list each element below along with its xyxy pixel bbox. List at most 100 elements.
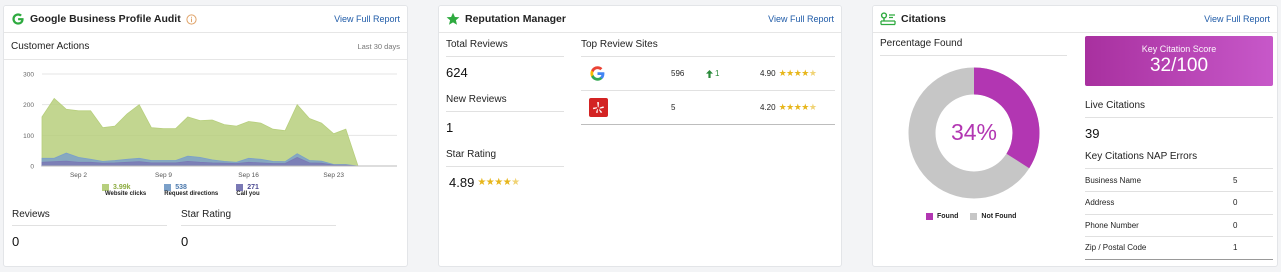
citations-view-full-report-link[interactable]: View Full Report [1204,14,1270,24]
citations-card-header: Citations View Full Report [873,6,1277,33]
x-tick-label: Sep 23 [323,172,344,179]
legend-label: Request directions [164,191,219,197]
nap-field-name: Business Name [1085,169,1233,192]
nap-field-name: Phone Number [1085,214,1233,237]
legend-found[interactable]: Found [926,213,958,220]
review-site-stars: ★★★★★ [778,68,817,78]
legend-call-you[interactable]: 271 Call you [236,184,260,197]
review-site-count: 5 [671,103,676,112]
legend-swatch-found [926,213,933,220]
nap-field-count: 0 [1233,214,1273,237]
total-reviews-value: 624 [446,65,468,80]
rep-star-rating-stars: ★★★★★ [477,177,520,188]
legend-not-found[interactable]: Not Found [970,213,1016,220]
reputation-view-full-report-link[interactable]: View Full Report [768,14,834,24]
legend-request-directions[interactable]: 538 Request directions [164,184,218,197]
gbp-card: Google Business Profile Audit View Full … [3,5,408,267]
key-citation-score-value: 32/100 [1149,55,1209,76]
legend-swatch [102,184,109,191]
legend-value: 3.99k [113,184,131,191]
nap-errors-table: Business Name 5 Address 0 Phone Number 0 Zi… [1085,169,1273,260]
legend-label: Website clicks [105,191,147,197]
reputation-card: Reputation Manager View Full Report Tota… [438,5,842,267]
citations-title: Citations [901,13,946,25]
star-rating-label: Star Rating [181,209,336,226]
customer-actions-title: Customer Actions [11,40,90,52]
y-tick-label: 100 [23,133,34,140]
rep-star-rating-row: 4.89 ★★★★★ [446,175,564,190]
yelp-icon [589,98,608,117]
legend-swatch-not-found [970,213,978,220]
review-site-rating-value: 4.20 [760,103,776,112]
reputation-left-column: Total Reviews 624 New Reviews 1 Star Rat… [446,36,564,190]
review-site-row[interactable]: 596 1 4.90 ★★★★★ [581,57,835,91]
reputation-title: Reputation Manager [465,13,566,25]
review-site-rating: 4.90 ★★★★★ [760,68,817,79]
series-area-website-clicks[interactable] [41,97,359,167]
nap-field-count: 1 [1233,236,1273,260]
review-site-stars: ★★★★★ [778,102,817,112]
review-site-row[interactable]: 5 4.20 ★★★★★ [581,91,835,125]
gbp-title: Google Business Profile Audit [30,13,181,25]
google-icon [589,65,606,82]
review-site-rating-value: 4.90 [760,69,776,78]
key-citation-score-box: Key Citation Score 32/100 [1085,36,1273,86]
legend-website-clicks[interactable]: 3.99k Website clicks [102,184,146,197]
rep-star-rating-value: 4.89 [449,175,475,190]
nap-errors-label: Key Citations NAP Errors [1085,151,1273,169]
legend-value: 271 [247,184,259,191]
legend-swatch [236,184,244,191]
nap-field-count: 5 [1233,169,1273,192]
rep-star-rating-label: Star Rating [446,149,564,167]
review-site-change: 1 [706,69,719,78]
nap-errors-block: Key Citations NAP Errors Business Name 5 … [1085,151,1273,260]
customer-actions-chart: 0 100 200 300 Sep 2 Sep 9 Sep 16 Sep 23 [23,72,397,179]
top-sites-label: Top Review Sites [581,36,835,57]
legend-found-label: Found [937,213,959,220]
live-citations-label: Live Citations [1085,100,1273,118]
new-reviews-label: New Reviews [446,94,564,112]
period-label: Last 30 days [357,41,400,51]
star-rating-value: 0 [181,234,189,249]
table-row[interactable]: Business Name 5 [1085,169,1273,192]
key-citation-score-label: Key Citation Score [1141,44,1217,54]
total-reviews-label: Total Reviews [446,36,564,57]
donut-legend: Found Not Found [926,213,1016,220]
legend-not-found-label: Not Found [981,213,1017,220]
reputation-card-header: Reputation Manager View Full Report [439,6,841,33]
citations-icon [880,12,896,26]
google-g-icon [11,12,25,26]
legend-swatch [164,184,172,191]
new-reviews-value: 1 [446,120,454,135]
nap-field-count: 0 [1233,191,1273,215]
y-tick-label: 0 [30,164,34,171]
review-site-rating: 4.20 ★★★★★ [760,102,817,113]
info-circle-icon[interactable] [186,13,197,25]
star-icon [446,12,460,26]
table-row[interactable]: Phone Number 0 [1085,214,1273,237]
y-tick-label: 300 [23,72,34,79]
review-site-change-value: 1 [715,69,720,78]
table-row[interactable]: Zip / Postal Code 1 [1085,236,1273,260]
review-site-count: 596 [671,69,685,78]
table-row[interactable]: Address 0 [1085,191,1273,215]
x-tick-label: Sep 16 [238,172,259,179]
reviews-value: 0 [12,234,20,249]
legend-value: 538 [175,184,187,191]
live-citations-block: Live Citations 39 [1085,100,1273,141]
percentage-found-label: Percentage Found [880,38,1067,56]
citations-card: Citations View Full Report Percentage Fo… [872,5,1278,267]
gbp-view-full-report-link[interactable]: View Full Report [334,14,400,24]
gbp-card-header: Google Business Profile Audit View Full … [4,6,407,33]
gbp-reviews-block: Reviews 0 [12,209,167,249]
chart-legend: 3.99k Website clicks 538 Request directi… [102,184,260,197]
y-tick-label: 200 [23,102,34,109]
live-citations-value: 39 [1085,126,1100,141]
top-review-sites: Top Review Sites 596 1 4.90 ★★★★★ 5 4.20… [581,36,835,125]
arrow-up-icon [706,69,713,78]
gbp-star-rating-block: Star Rating 0 [181,209,336,249]
x-tick-label: Sep 2 [70,172,87,179]
nap-field-name: Address [1085,191,1233,215]
reviews-label: Reviews [12,209,167,226]
customer-actions-header: Customer Actions Last 30 days [4,33,407,60]
